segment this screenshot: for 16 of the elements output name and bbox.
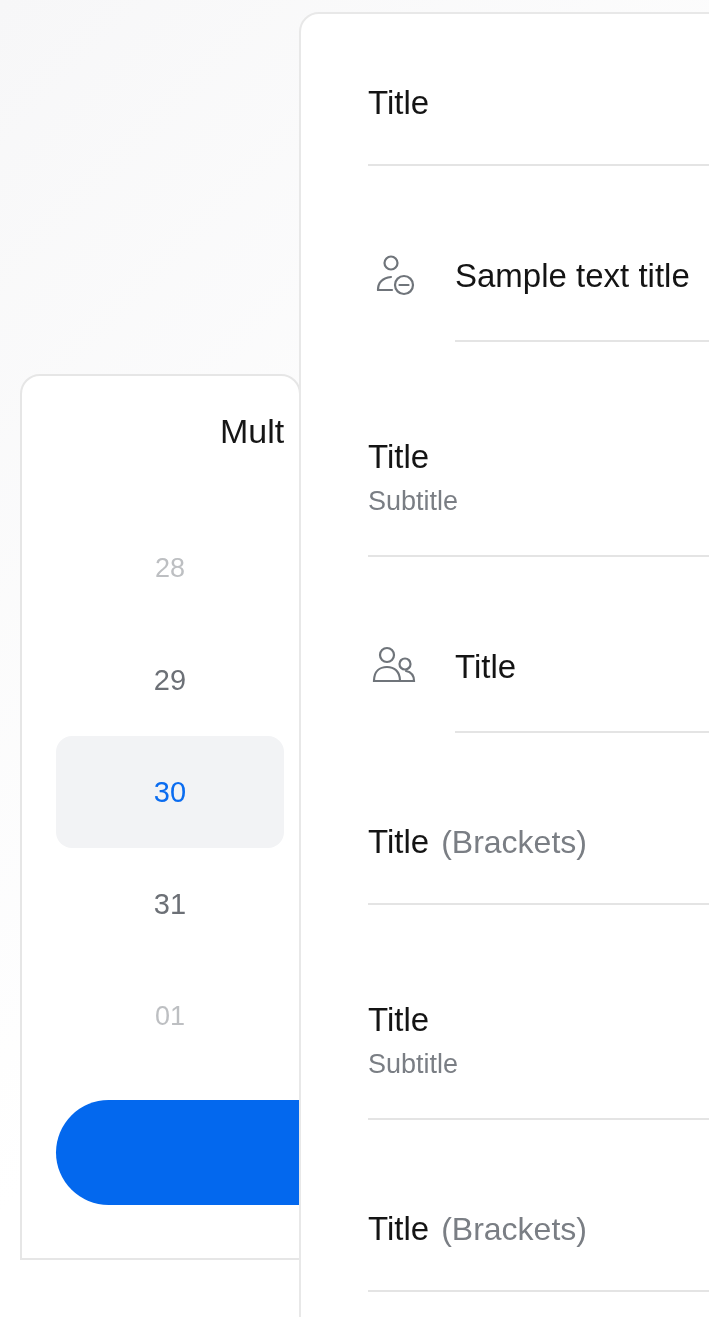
primary-button[interactable] xyxy=(56,1100,299,1205)
picker-item[interactable]: 31 xyxy=(56,848,284,960)
picker-title: Mult xyxy=(220,412,285,450)
picker-item[interactable]: 30 xyxy=(56,736,284,848)
bracket-note: (Brackets) xyxy=(441,1211,587,1248)
list-item-title[interactable]: Title xyxy=(368,1001,459,1039)
list-item-title[interactable]: Title xyxy=(455,645,517,689)
list-item-title[interactable]: Title xyxy=(368,823,430,861)
list-item-title[interactable]: Title xyxy=(368,1210,430,1248)
list-item-subtitle: Subtitle xyxy=(368,1049,459,1080)
list-item-subtitle: Subtitle xyxy=(368,486,459,517)
bracket-note: (Brackets) xyxy=(441,824,587,861)
list-item-title[interactable]: Title xyxy=(368,438,459,476)
list-item-title[interactable]: Sample text title xyxy=(455,254,690,298)
list-item-title[interactable]: Title xyxy=(368,84,430,122)
picker-item[interactable]: 29 xyxy=(56,624,284,736)
